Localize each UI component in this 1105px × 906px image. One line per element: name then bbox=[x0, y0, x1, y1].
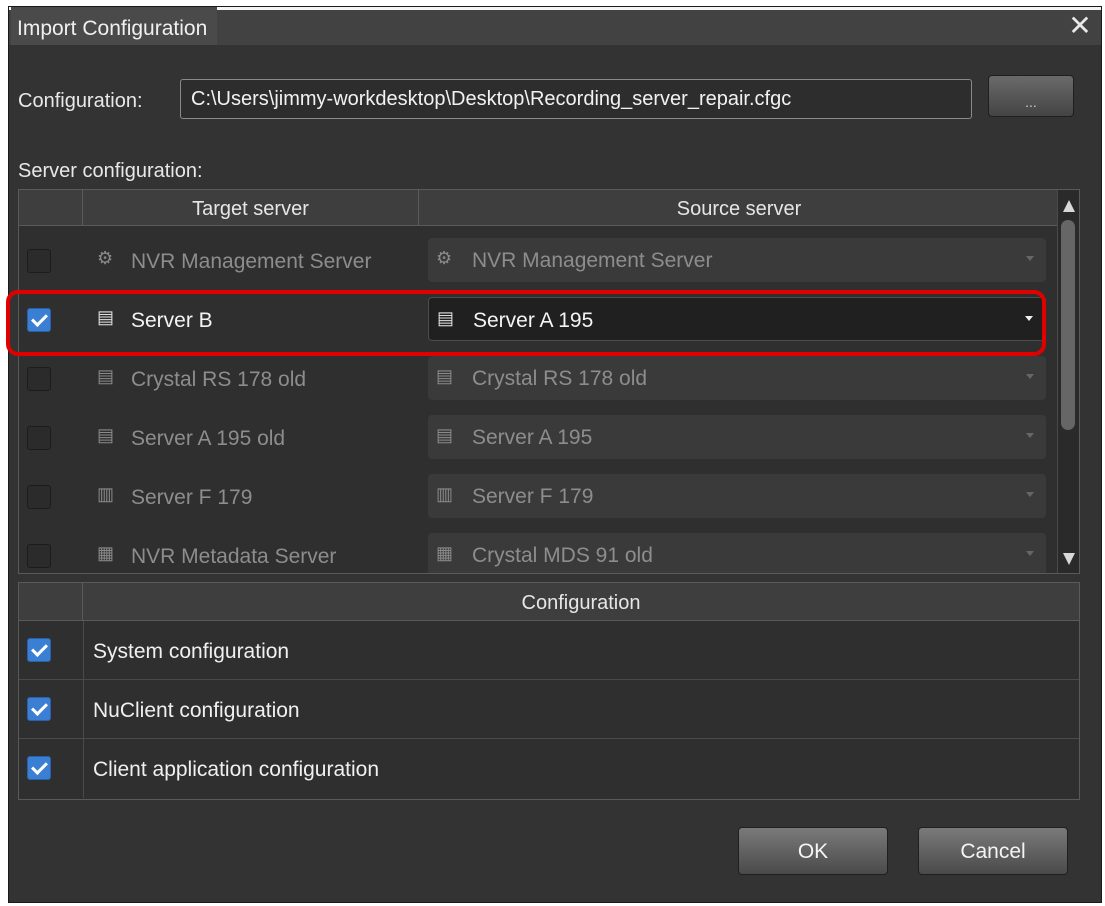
source-server-select[interactable]: ▦ Crystal MDS 91 old bbox=[428, 533, 1046, 573]
management-server-icon: ⚙ bbox=[97, 248, 114, 268]
configuration-checkbox[interactable] bbox=[27, 697, 51, 721]
server-row: ▤ Crystal RS 178 old ▤ Crystal RS 178 ol… bbox=[19, 350, 1059, 408]
cancel-button[interactable]: Cancel bbox=[918, 827, 1068, 875]
column-divider bbox=[83, 621, 84, 680]
server-row-checkbox[interactable] bbox=[27, 426, 51, 450]
chevron-down-icon bbox=[1026, 256, 1034, 261]
source-server-name: Server A 195 bbox=[472, 426, 593, 449]
configuration-row: Client application configuration bbox=[19, 739, 1079, 798]
cluster-server-icon: ▥ bbox=[436, 484, 454, 504]
configuration-checkbox[interactable] bbox=[27, 638, 51, 662]
configuration-path-field[interactable] bbox=[180, 79, 972, 119]
ok-button[interactable]: OK bbox=[738, 827, 888, 875]
window-title: Import Configuration bbox=[11, 7, 218, 45]
source-server-name: Server F 179 bbox=[472, 485, 594, 508]
column-divider bbox=[83, 739, 84, 798]
source-server-name: NVR Management Server bbox=[472, 249, 713, 272]
metadata-server-icon: ▦ bbox=[436, 543, 454, 563]
selected-row-highlight bbox=[6, 290, 1046, 356]
configuration-label: Client application configuration bbox=[93, 758, 380, 781]
source-server-name: Crystal RS 178 old bbox=[472, 367, 648, 390]
configuration-row: NuClient configuration bbox=[19, 680, 1079, 739]
configuration-checkbox[interactable] bbox=[27, 756, 51, 780]
configuration-header: Configuration bbox=[521, 592, 641, 614]
server-row-checkbox[interactable] bbox=[27, 249, 51, 273]
configuration-label: NuClient configuration bbox=[93, 699, 300, 722]
cluster-server-icon: ▥ bbox=[97, 484, 115, 504]
server-row: ▦ NVR Metadata Server ▦ Crystal MDS 91 o… bbox=[19, 527, 1059, 573]
target-server-name: Server A 195 old bbox=[131, 427, 286, 450]
management-server-icon: ⚙ bbox=[436, 248, 453, 268]
chevron-down-icon bbox=[1026, 492, 1034, 497]
close-icon[interactable]: ✕ bbox=[1065, 10, 1095, 42]
target-server-name: NVR Metadata Server bbox=[131, 545, 337, 568]
configuration-row: System configuration bbox=[19, 621, 1079, 680]
scroll-up-icon[interactable] bbox=[1063, 200, 1075, 212]
source-server-select[interactable]: ▤ Server A 195 bbox=[428, 415, 1046, 459]
scrollbar-thumb[interactable] bbox=[1061, 220, 1075, 430]
scroll-down-icon[interactable] bbox=[1063, 553, 1075, 565]
configuration-label: Configuration: bbox=[18, 90, 143, 112]
server-row-checkbox[interactable] bbox=[27, 367, 51, 391]
source-server-header: Source server bbox=[676, 198, 802, 220]
header-check-column bbox=[19, 190, 83, 226]
target-server-name: NVR Management Server bbox=[131, 250, 372, 273]
title-bar: Import Configuration ✕ bbox=[9, 7, 1101, 45]
source-server-name: Crystal MDS 91 old bbox=[472, 544, 653, 567]
chevron-down-icon bbox=[1026, 433, 1034, 438]
server-table: Target server Source server ⚙ NVR Manage… bbox=[18, 189, 1080, 574]
column-divider bbox=[83, 680, 84, 739]
configuration-table: Configuration System configuration NuCli… bbox=[18, 582, 1080, 800]
metadata-server-icon: ▦ bbox=[97, 543, 115, 563]
chevron-down-icon bbox=[1026, 551, 1034, 556]
browse-button[interactable]: ... bbox=[988, 75, 1074, 117]
target-server-name: Crystal RS 178 old bbox=[131, 368, 307, 391]
source-server-select[interactable]: ▥ Server F 179 bbox=[428, 474, 1046, 518]
server-table-header: Target server Source server bbox=[19, 190, 1059, 226]
recording-server-icon: ▤ bbox=[436, 425, 454, 445]
configuration-table-header: Configuration bbox=[19, 583, 1079, 621]
server-configuration-label: Server configuration: bbox=[18, 160, 203, 182]
target-server-name: Server F 179 bbox=[131, 486, 253, 509]
chevron-down-icon bbox=[1026, 374, 1034, 379]
server-row-checkbox[interactable] bbox=[27, 485, 51, 509]
server-row: ▤ Server A 195 old ▤ Server A 195 bbox=[19, 409, 1059, 467]
source-server-select[interactable]: ▤ Crystal RS 178 old bbox=[428, 356, 1046, 400]
server-row: ▥ Server F 179 ▥ Server F 179 bbox=[19, 468, 1059, 526]
recording-server-icon: ▤ bbox=[97, 425, 115, 445]
target-server-header: Target server bbox=[83, 190, 419, 226]
server-table-scrollbar[interactable] bbox=[1057, 190, 1079, 573]
source-server-select[interactable]: ⚙ NVR Management Server bbox=[428, 238, 1046, 282]
recording-server-icon: ▤ bbox=[97, 366, 115, 386]
server-row-checkbox[interactable] bbox=[27, 544, 51, 568]
configuration-label: System configuration bbox=[93, 640, 290, 663]
recording-server-icon: ▤ bbox=[436, 366, 454, 386]
server-row: ⚙ NVR Management Server ⚙ NVR Management… bbox=[19, 232, 1059, 290]
header-check-column bbox=[19, 583, 83, 621]
